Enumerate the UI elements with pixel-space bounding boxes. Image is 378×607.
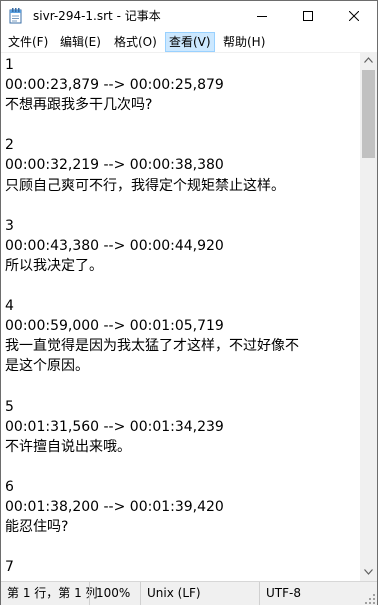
maximize-button[interactable]	[285, 1, 331, 32]
maximize-icon	[303, 11, 313, 21]
vertical-scrollbar[interactable]	[360, 52, 377, 581]
editor-line: 00:00:59,000 --> 00:01:05,719	[5, 318, 224, 335]
editor-line: 不许擅自说出来哦。	[5, 438, 131, 455]
status-line-ending: Unix (LF)	[140, 582, 251, 605]
window-title: sivr-294-1.srt - 记事本	[33, 9, 161, 23]
editor-content: 1 00:00:23,879 --> 00:00:25,879 不想再跟我多干几…	[5, 55, 299, 577]
chevron-down-icon	[364, 569, 373, 575]
menu-format[interactable]: 格式(O)	[111, 33, 160, 51]
editor-line: 7	[5, 559, 14, 576]
editor-line: 6	[5, 478, 14, 495]
editor-line: 不想再跟我多干几次吗?	[5, 97, 153, 114]
editor-line: 所以我决定了。	[5, 257, 103, 274]
resize-grip-icon[interactable]	[365, 593, 375, 604]
editor-line: 是这个原因。	[5, 358, 89, 375]
menu-edit[interactable]: 编辑(E)	[57, 33, 104, 51]
text-editor[interactable]: 1 00:00:23,879 --> 00:00:25,879 不想再跟我多干几…	[1, 52, 360, 582]
editor-line: 2	[5, 137, 14, 154]
close-icon	[349, 11, 359, 21]
editor-line: 00:00:32,219 --> 00:00:38,380	[5, 157, 224, 174]
editor-line: 1	[5, 57, 14, 73]
status-cursor-position: 第 1 行，第 1 列	[7, 586, 98, 600]
editor-line: 5	[5, 398, 14, 415]
scrollbar-thumb[interactable]	[362, 70, 375, 158]
notepad-window: sivr-294-1.srt - 记事本 文件(F) 编辑(E) 格式(O) 查…	[0, 0, 378, 605]
editor-line: 00:01:31,560 --> 00:01:34,239	[5, 418, 224, 435]
menu-bar: 文件(F) 编辑(E) 格式(O) 查看(V) 帮助(H)	[1, 32, 377, 52]
menu-file[interactable]: 文件(F)	[5, 33, 51, 51]
scroll-down-button[interactable]	[360, 564, 377, 581]
editor-line: 00:00:43,380 --> 00:00:44,920	[5, 237, 224, 254]
status-zoom: 100%	[89, 582, 140, 605]
editor-line: 3	[5, 217, 14, 234]
title-bar[interactable]: sivr-294-1.srt - 记事本	[1, 1, 377, 32]
editor-line: 我一直觉得是因为我太猛了才这样，不过好像不	[5, 338, 299, 355]
close-button[interactable]	[331, 1, 377, 32]
editor-line: 能忍住吗?	[5, 519, 69, 536]
minimize-icon	[257, 16, 267, 17]
editor-line: 00:01:38,200 --> 00:01:39,420	[5, 499, 224, 516]
minimize-button[interactable]	[239, 1, 285, 32]
status-encoding: UTF-8	[259, 582, 366, 605]
editor-line: 4	[5, 298, 14, 315]
scroll-up-button[interactable]	[360, 52, 377, 69]
chevron-up-icon	[364, 57, 373, 63]
notepad-icon	[9, 8, 23, 24]
editor-line: 00:00:23,879 --> 00:00:25,879	[5, 77, 224, 94]
menu-help[interactable]: 帮助(H)	[220, 33, 268, 51]
status-bar: 第 1 行，第 1 列 100% Unix (LF) UTF-8	[1, 581, 377, 605]
editor-line: 只顾自己爽可不行，我得定个规矩禁止这样。	[5, 177, 285, 194]
menu-view[interactable]: 查看(V)	[165, 32, 215, 52]
